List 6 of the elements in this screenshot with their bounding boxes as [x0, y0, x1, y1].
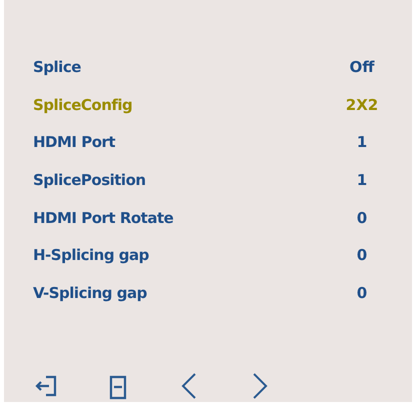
menu-item[interactable]: HDMI Port 1 [4, 123, 412, 162]
menu-item[interactable]: SplicePosition 1 [4, 161, 412, 199]
menu-item[interactable]: H-Splicing gap 0 [4, 236, 412, 274]
menu-item[interactable]: Splice Off [4, 48, 412, 86]
menu-item[interactable]: V-Splicing gap 0 [4, 274, 412, 312]
menu-item[interactable]: HDMI Port Rotate 0 [4, 198, 412, 236]
